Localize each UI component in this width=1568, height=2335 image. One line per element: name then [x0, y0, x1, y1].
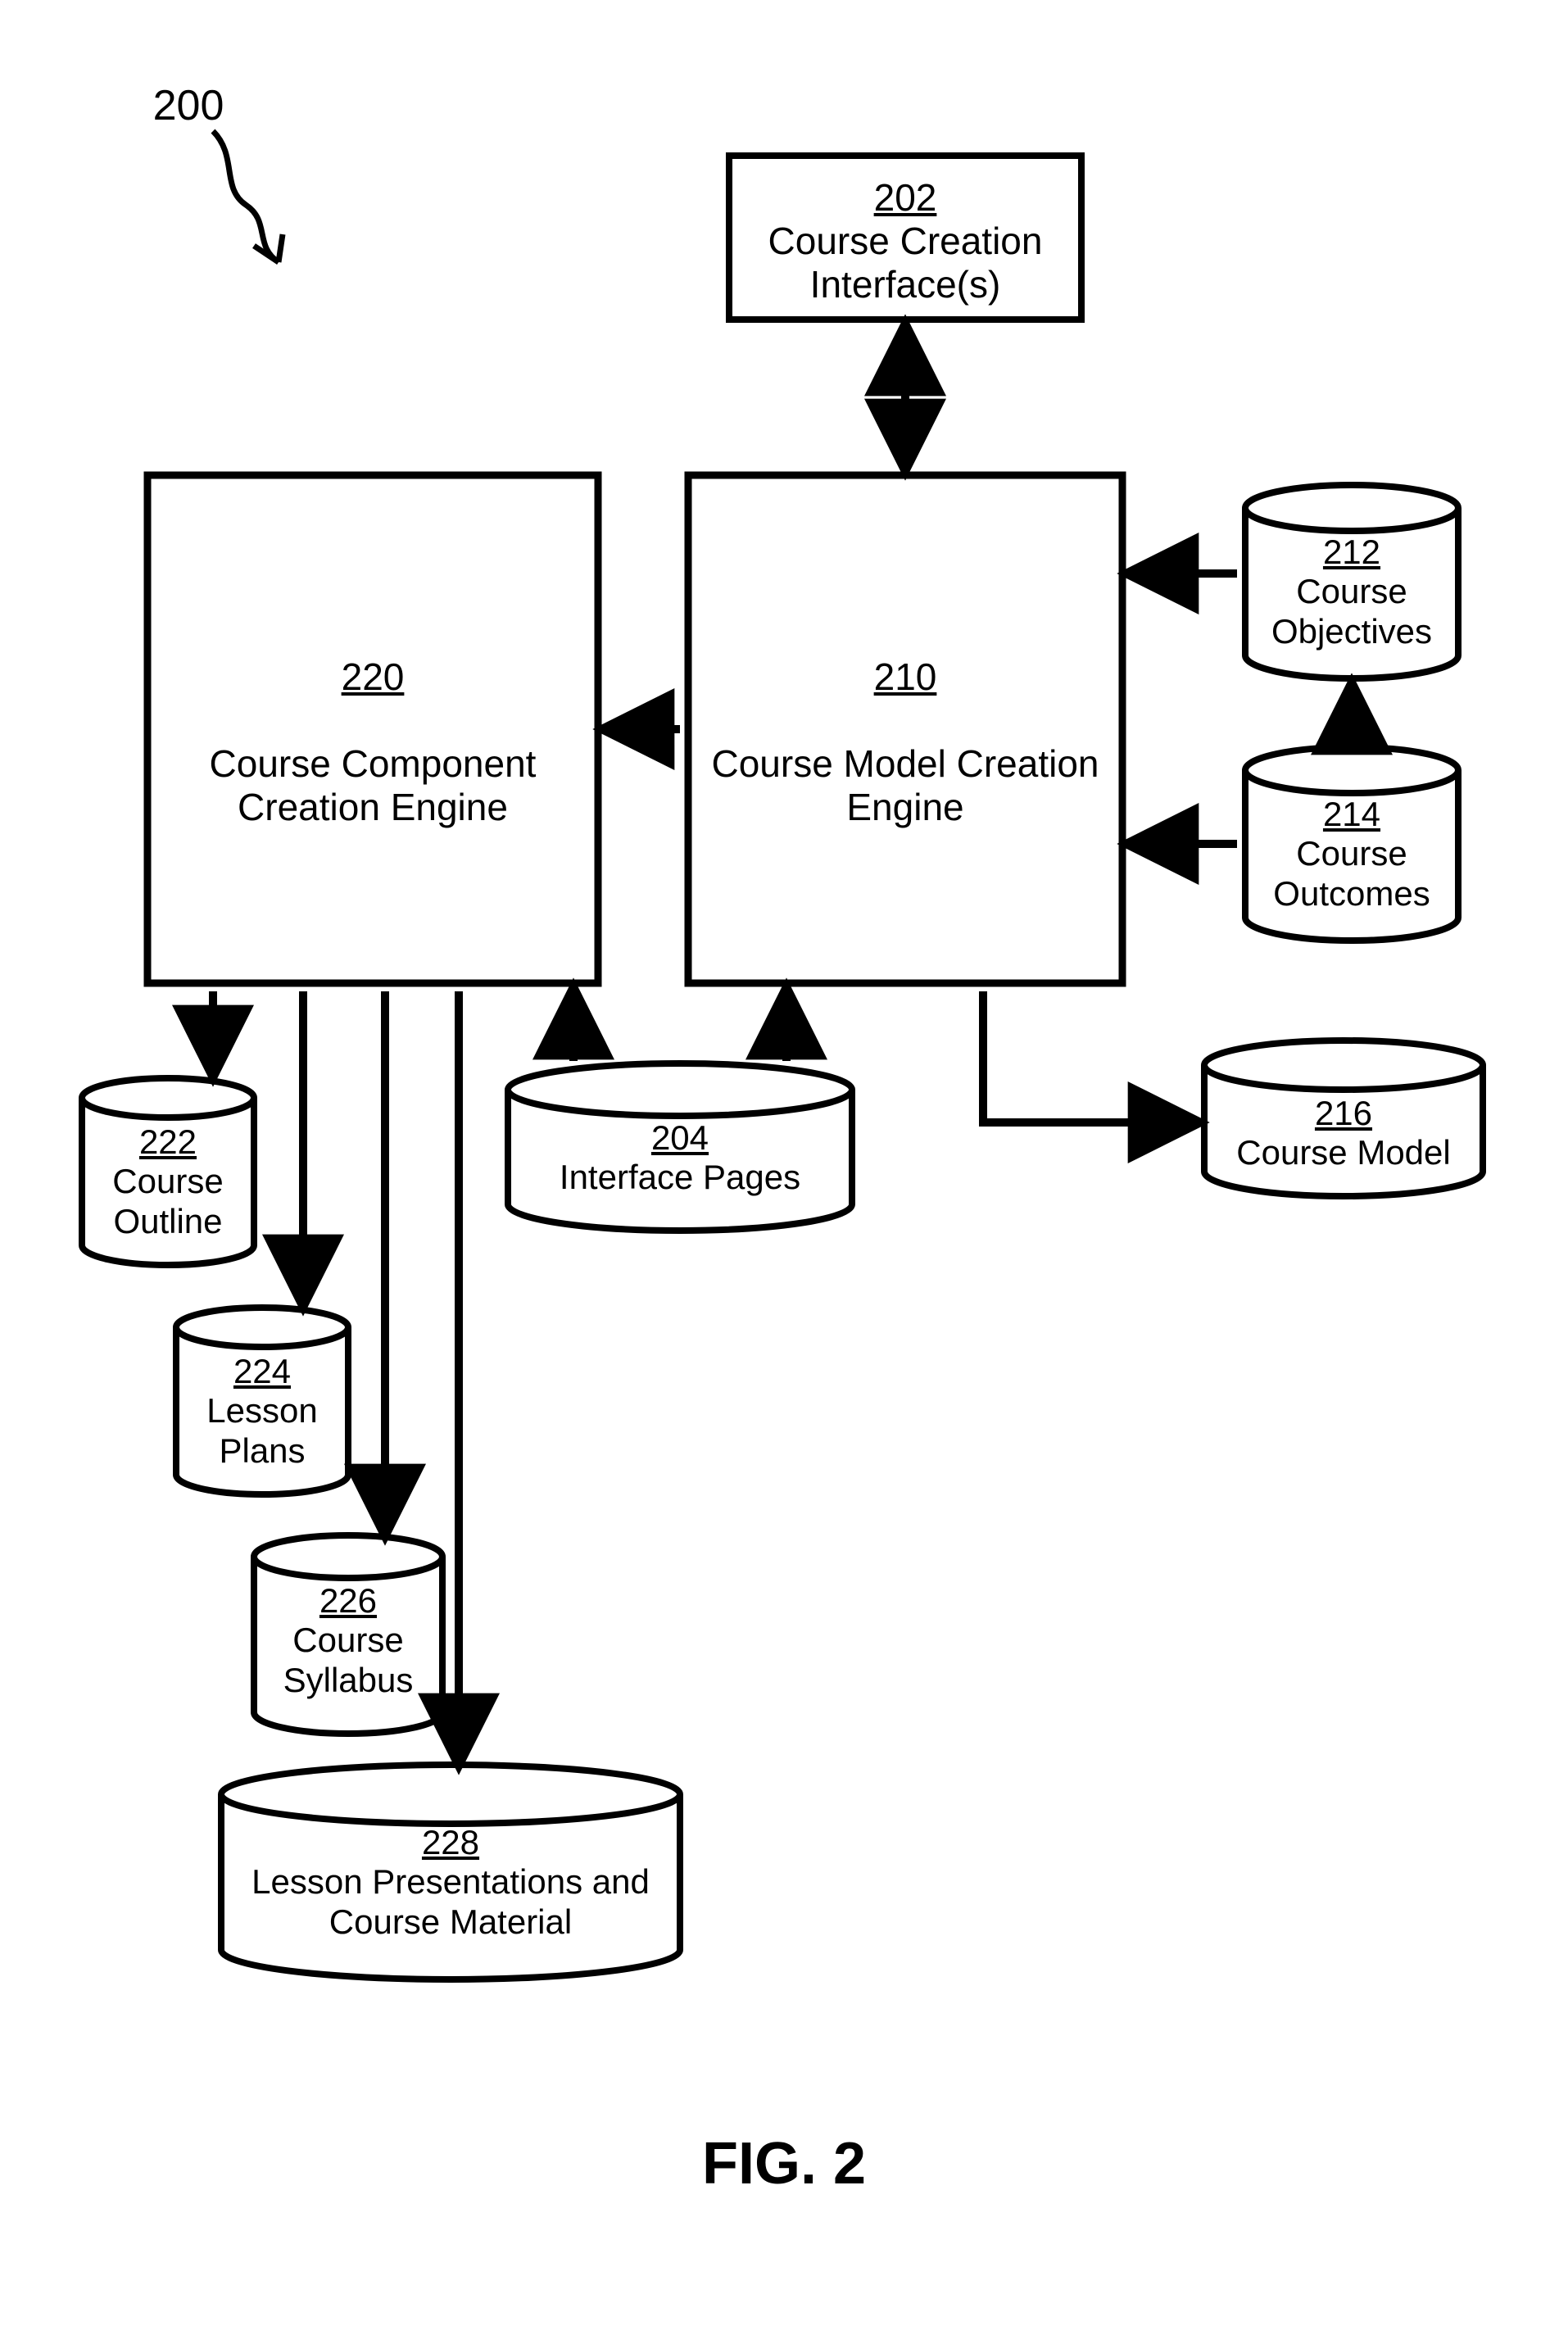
ref-204: 204 — [651, 1118, 709, 1157]
figure-ref-200: 200 — [139, 82, 238, 131]
label-210: 210 Course Model Creation Engine — [688, 655, 1122, 829]
ref-216: 216 — [1315, 1094, 1372, 1132]
text-212: Course Objectives — [1271, 572, 1432, 650]
ref-228: 228 — [422, 1823, 479, 1861]
label-202: 202 Course Creation Interface(s) — [729, 176, 1081, 306]
ref-226: 226 — [319, 1581, 377, 1620]
ref-212: 212 — [1323, 533, 1380, 571]
ref-224: 224 — [233, 1352, 291, 1390]
label-220: 220 Course Component Creation Engine — [147, 655, 598, 829]
text-222: Course Outline — [112, 1162, 223, 1240]
label-224: 224 Lesson Plans — [176, 1352, 348, 1471]
ref-200-pointer — [213, 131, 283, 262]
ref-210: 210 — [874, 655, 937, 698]
label-216: 216 Course Model — [1204, 1094, 1483, 1173]
ref-220: 220 — [342, 655, 405, 698]
label-228: 228 Lesson Presentations and Course Mate… — [221, 1823, 680, 1942]
text-224: Lesson Plans — [206, 1391, 317, 1469]
label-212: 212 Course Objectives — [1245, 533, 1458, 651]
ref-214: 214 — [1323, 795, 1380, 833]
text-220: Course Component Creation Engine — [210, 742, 537, 828]
ref-202: 202 — [874, 176, 937, 219]
ref-222: 222 — [139, 1122, 197, 1161]
label-222: 222 Course Outline — [82, 1122, 254, 1241]
text-226: Course Syllabus — [283, 1621, 414, 1698]
label-226: 226 Course Syllabus — [254, 1581, 442, 1700]
label-214: 214 Course Outcomes — [1245, 795, 1458, 914]
text-210: Course Model Creation Engine — [711, 742, 1099, 828]
edge-210-216 — [983, 991, 1196, 1122]
text-204: Interface Pages — [560, 1158, 800, 1196]
text-216: Course Model — [1236, 1133, 1450, 1172]
text-228: Lesson Presentations and Course Material — [252, 1862, 650, 1940]
text-214: Course Outcomes — [1273, 834, 1430, 912]
diagram-canvas: 200 202 Course Creation Interface(s) 210… — [0, 0, 1568, 2335]
label-204: 204 Interface Pages — [508, 1118, 852, 1198]
text-202: Course Creation Interface(s) — [768, 220, 1043, 306]
figure-label: FIG. 2 — [0, 2130, 1568, 2198]
